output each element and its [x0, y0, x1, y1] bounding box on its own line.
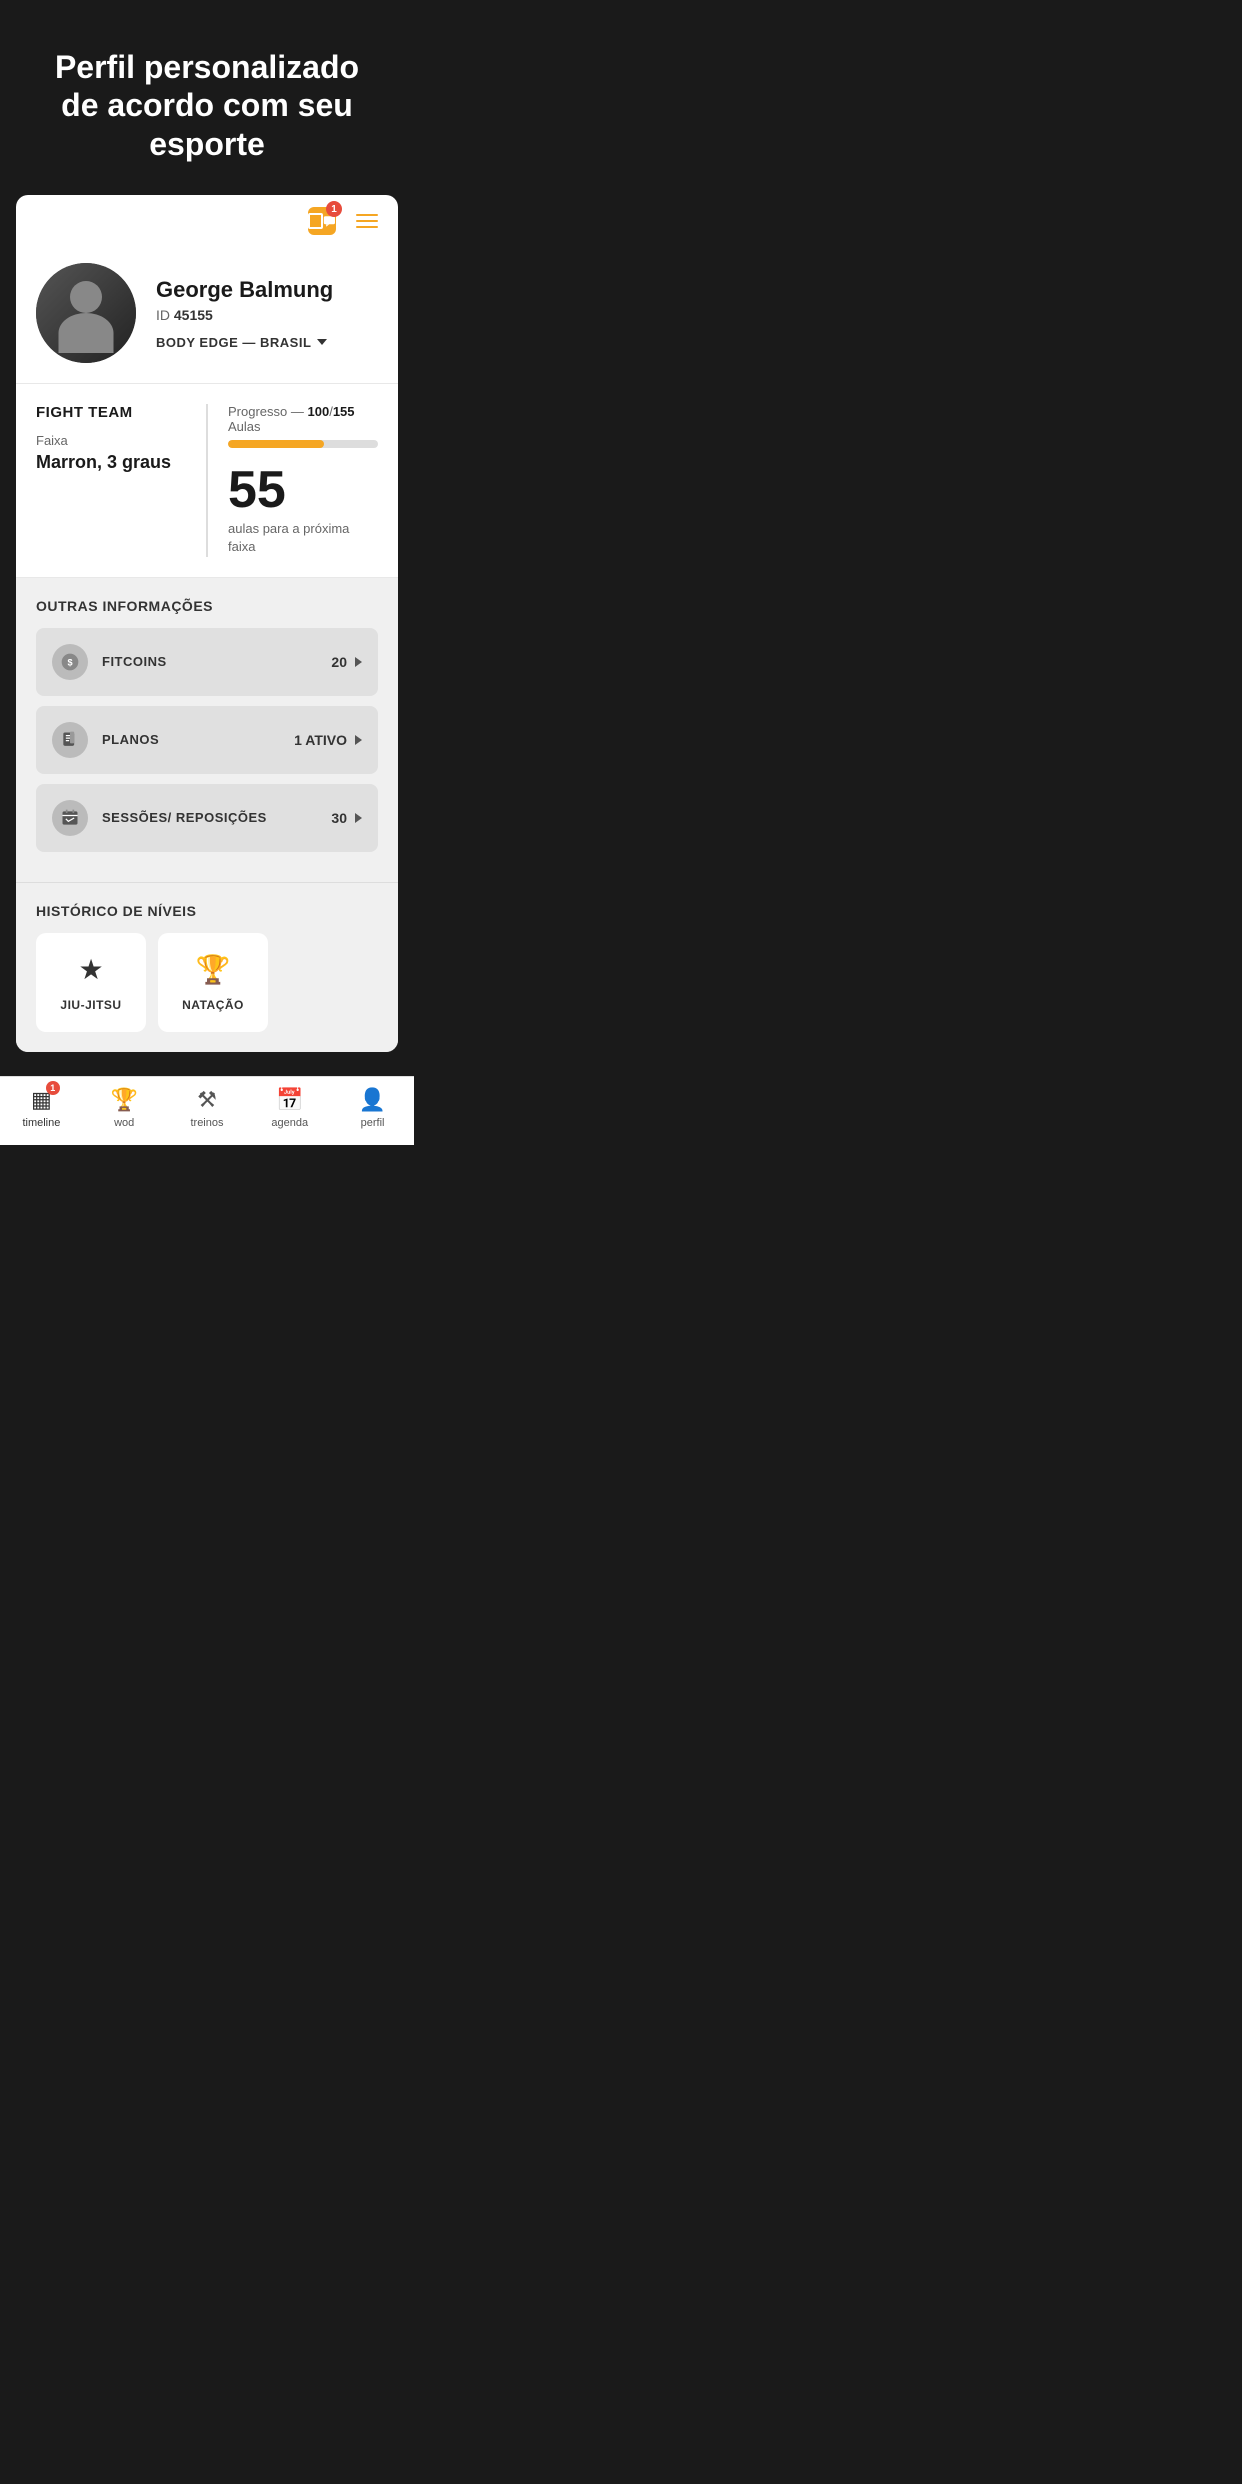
hamburger-menu-button[interactable] [352, 210, 382, 232]
nav-treinos[interactable]: ⚒ treinos [177, 1087, 237, 1129]
notification-badge: 1 [326, 201, 342, 217]
perfil-label: perfil [361, 1117, 385, 1129]
other-info-section: OUTRAS INFORMAÇÕES $ FITCOINS 20 PLANOS … [16, 578, 398, 882]
nav-timeline[interactable]: ▦ 1 timeline [11, 1087, 71, 1129]
app-card: 1 George Balmung ID 45155 BODY EDGE — BR… [16, 195, 398, 1051]
other-info-title: OUTRAS INFORMAÇÕES [36, 598, 378, 614]
sessoes-card[interactable]: SESSÕES/ REPOSIÇÕES 30 [36, 784, 378, 852]
progress-total: 155 [333, 404, 355, 419]
nav-perfil[interactable]: 👤 perfil [343, 1087, 403, 1129]
jiu-jitsu-label: JIU-JITSU [60, 998, 121, 1012]
hero-title: Perfil personalizado de acordo com seu e… [32, 48, 382, 163]
nav-wod[interactable]: 🏆 wod [94, 1087, 154, 1129]
fight-team-left: FIGHT TEAM Faixa Marron, 3 graus [36, 404, 208, 556]
sessoes-chevron-icon [355, 813, 362, 823]
hero-section: Perfil personalizado de acordo com seu e… [0, 0, 414, 195]
progress-bar [228, 440, 378, 448]
history-title: HISTÓRICO DE NÍVEIS [36, 903, 378, 919]
gym-dropdown-arrow[interactable] [317, 339, 327, 345]
progress-current: 100 [308, 404, 330, 419]
fitcoins-value: 20 [331, 654, 347, 670]
fitcoins-chevron-icon [355, 657, 362, 667]
sessoes-value: 30 [331, 810, 347, 826]
bottom-navigation: ▦ 1 timeline 🏆 wod ⚒ treinos 📅 agenda 👤 … [0, 1076, 414, 1145]
wod-trophy-icon: 🏆 [110, 1087, 137, 1113]
treinos-label: treinos [190, 1117, 223, 1129]
notification-button[interactable]: 1 [308, 207, 336, 235]
profile-id: ID 45155 [156, 307, 378, 323]
timeline-label: timeline [22, 1117, 60, 1129]
agenda-label: agenda [271, 1117, 308, 1129]
perfil-person-icon: 👤 [359, 1087, 386, 1113]
wod-label: wod [114, 1117, 134, 1129]
card-topbar: 1 [16, 195, 398, 247]
timeline-badge: 1 [46, 1081, 60, 1095]
fight-team-label: FIGHT TEAM [36, 404, 186, 421]
belt-value: Marron, 3 graus [36, 452, 186, 473]
timeline-icon: ▦ 1 [31, 1087, 52, 1113]
svg-text:$: $ [67, 657, 72, 667]
fight-team-right: Progresso — 100/155 Aulas 55 aulas para … [208, 404, 378, 556]
classes-remaining-label: aulas para a próxima faixa [228, 520, 378, 556]
treinos-dumbbell-icon: ⚒ [197, 1087, 217, 1113]
agenda-calendar-icon: 📅 [276, 1087, 303, 1113]
history-card-natacao[interactable]: 🏆 NATAÇÃO [158, 933, 268, 1032]
planos-card[interactable]: PLANOS 1 ATIVO [36, 706, 378, 774]
progress-bar-fill [228, 440, 324, 448]
classes-remaining-count: 55 [228, 464, 378, 516]
profile-gym[interactable]: BODY EDGE — BRASIL [156, 335, 378, 350]
fitcoins-label: FITCOINS [102, 654, 331, 669]
history-cards: ★ JIU-JITSU 🏆 NATAÇÃO [36, 933, 378, 1032]
sessoes-icon [52, 800, 88, 836]
planos-value: 1 ATIVO [294, 732, 347, 748]
progress-label: Progresso — 100/155 Aulas [228, 404, 378, 434]
nav-agenda[interactable]: 📅 agenda [260, 1087, 320, 1129]
natacao-trophy-icon: 🏆 [196, 953, 231, 986]
fitcoins-icon: $ [52, 644, 88, 680]
avatar [36, 263, 136, 363]
planos-chevron-icon [355, 735, 362, 745]
fight-team-section: FIGHT TEAM Faixa Marron, 3 graus Progres… [16, 384, 398, 577]
fitcoins-card[interactable]: $ FITCOINS 20 [36, 628, 378, 696]
natacao-label: NATAÇÃO [182, 998, 244, 1012]
jiu-jitsu-star-icon: ★ [78, 953, 103, 986]
sessoes-label: SESSÕES/ REPOSIÇÕES [102, 810, 331, 825]
history-section: HISTÓRICO DE NÍVEIS ★ JIU-JITSU 🏆 NATAÇÃ… [16, 882, 398, 1052]
profile-name: George Balmung [156, 277, 378, 303]
history-card-jiu-jitsu[interactable]: ★ JIU-JITSU [36, 933, 146, 1032]
planos-icon [52, 722, 88, 758]
belt-label: Faixa [36, 433, 186, 448]
profile-info: George Balmung ID 45155 BODY EDGE — BRAS… [156, 277, 378, 350]
profile-section: George Balmung ID 45155 BODY EDGE — BRAS… [16, 247, 398, 384]
planos-label: PLANOS [102, 732, 294, 747]
